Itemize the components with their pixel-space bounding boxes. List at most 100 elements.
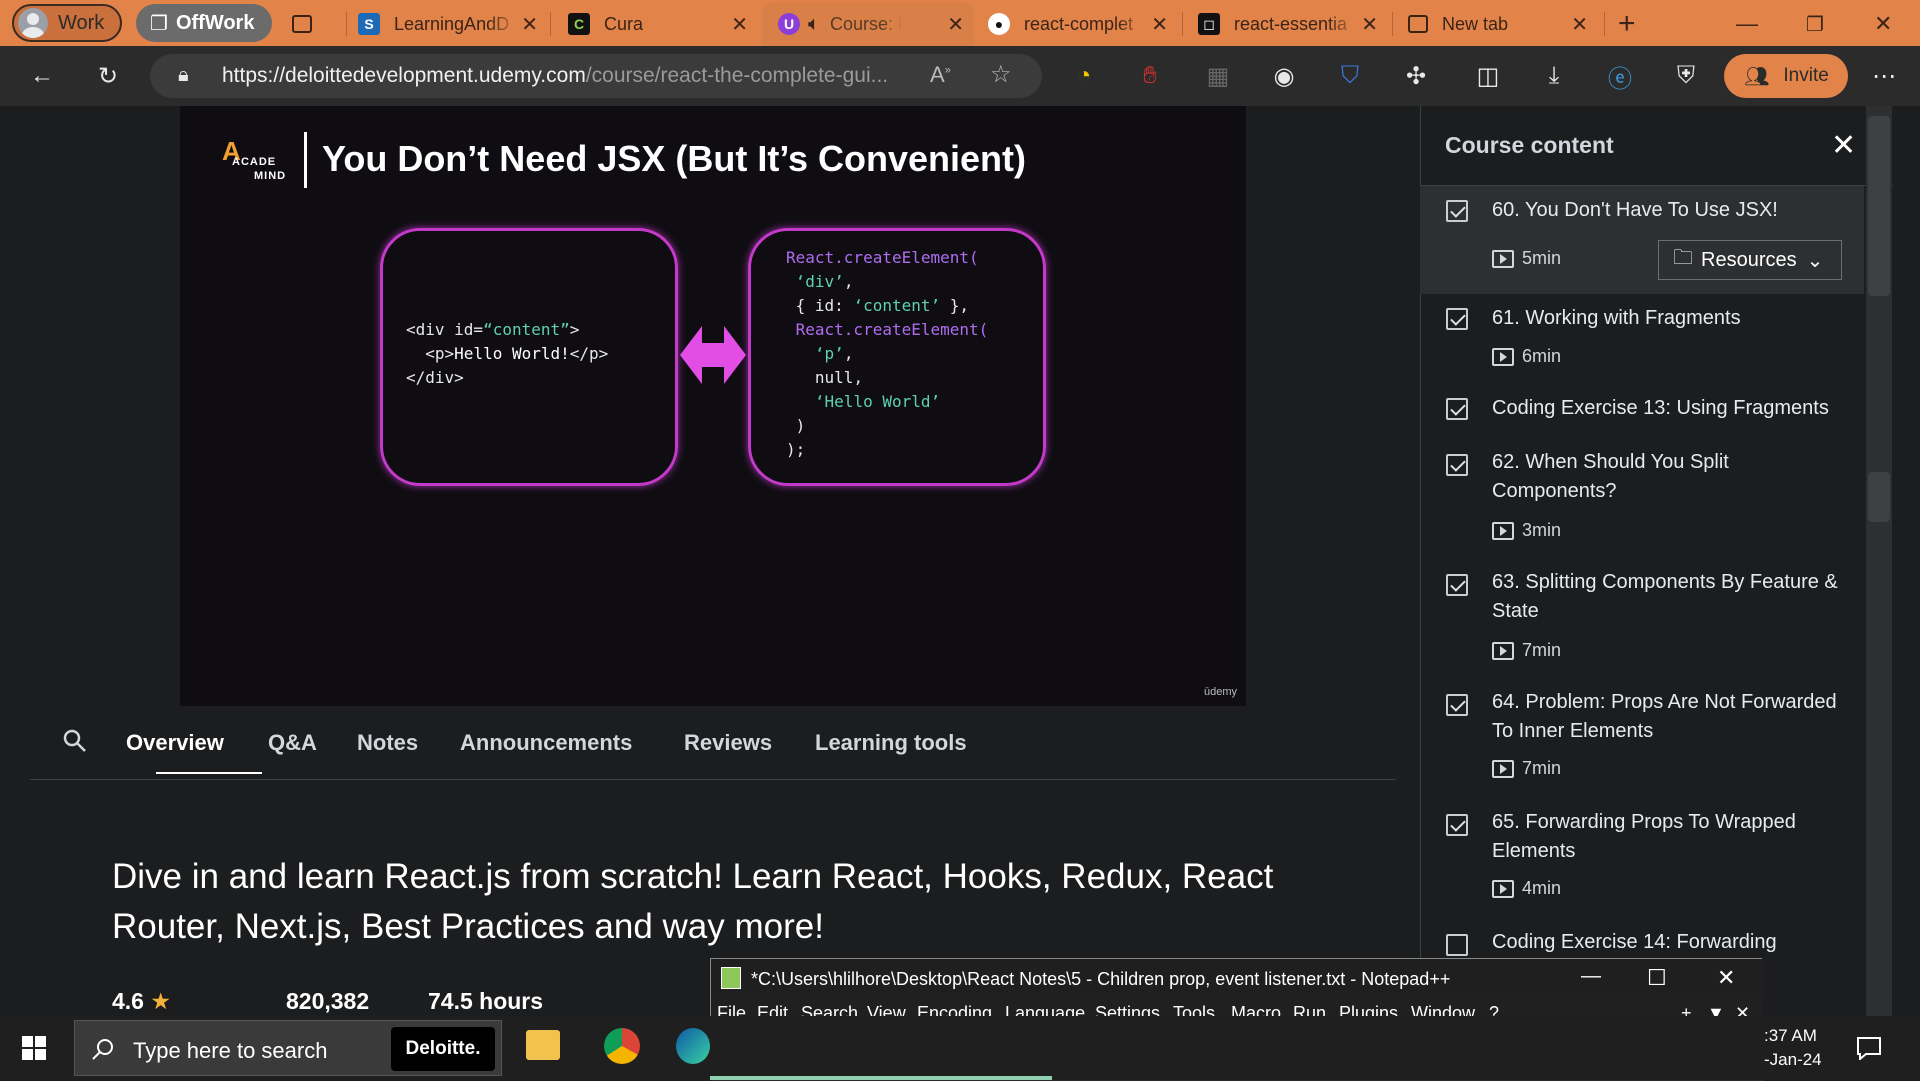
lecture-slide[interactable] bbox=[180, 106, 1246, 706]
tab-learning[interactable]: S LearningAndD ✕ bbox=[358, 4, 548, 44]
lesson-item[interactable]: Coding Exercise 13: Using Fragments bbox=[1420, 386, 1864, 440]
ellipsis-icon: ⋯ bbox=[1872, 62, 1896, 90]
lesson-item[interactable]: 62. When Should You Split Components? 3m… bbox=[1420, 440, 1864, 560]
window-close-button[interactable]: ✕ bbox=[1874, 4, 1904, 44]
tab-label: react-essentia bbox=[1234, 13, 1348, 34]
tab-reviews[interactable]: Reviews bbox=[684, 730, 772, 756]
back-arrow-icon: ← bbox=[30, 62, 54, 89]
tab-react-essentials[interactable]: ◻ react-essentia ✕ bbox=[1198, 4, 1388, 44]
close-icon[interactable]: ✕ bbox=[1831, 128, 1856, 163]
speaker-icon[interactable]: 🔈︎ bbox=[808, 13, 820, 36]
extension-spy-icon[interactable]: ◉ bbox=[1268, 60, 1300, 92]
lesson-title: 65. Forwarding Props To Wrapped Elements bbox=[1492, 811, 1796, 862]
tab-announcements[interactable]: Announcements bbox=[460, 730, 632, 756]
lesson-item[interactable]: 65. Forwarding Props To Wrapped Elements… bbox=[1420, 800, 1864, 920]
slide-divider bbox=[304, 132, 307, 188]
tab-label: New tab bbox=[1442, 13, 1509, 34]
lock-icon: 🔒︎ bbox=[178, 64, 189, 86]
windows-start-icon[interactable] bbox=[22, 1036, 46, 1060]
lesson-duration: 4min bbox=[1492, 878, 1561, 899]
academind-logo: A ACADE MIND bbox=[222, 136, 287, 182]
tab-overview[interactable]: Overview bbox=[126, 730, 224, 756]
invite-button[interactable]: 👥︎ Invite bbox=[1724, 54, 1848, 98]
folder-icon: 🗀︎ bbox=[1673, 247, 1693, 269]
ie-mode-icon[interactable]: ⓔ bbox=[1604, 60, 1636, 93]
notepad-title: *C:\Users\hlilhore\Desktop\React Notes\5… bbox=[751, 969, 1451, 989]
tab-course-active[interactable]: U 🔈︎ Course: R ✕ bbox=[762, 2, 974, 46]
tab-learning-tools[interactable]: Learning tools bbox=[815, 730, 967, 756]
lesson-duration: 7min bbox=[1492, 758, 1561, 779]
lesson-item[interactable]: 61. Working with Fragments 6min bbox=[1420, 294, 1864, 386]
tab-new[interactable]: New tab ✕ bbox=[1408, 4, 1598, 44]
resources-button[interactable]: 🗀︎ Resources ⌄ bbox=[1658, 240, 1842, 280]
tab-github-complete[interactable]: ● react-complet ✕ bbox=[988, 4, 1178, 44]
lesson-checkbox[interactable] bbox=[1446, 694, 1468, 716]
extension-norton-icon[interactable]: ◔ bbox=[1068, 60, 1100, 92]
close-icon[interactable]: ✕ bbox=[731, 12, 748, 37]
deloitte-logo[interactable]: Deloitte. bbox=[391, 1027, 495, 1071]
lesson-duration: 3min bbox=[1492, 520, 1561, 541]
lesson-title: 64. Problem: Props Are Not Forwarded To … bbox=[1492, 691, 1837, 742]
split-screen-icon[interactable]: ◫ bbox=[1472, 60, 1504, 92]
page-scrollbar-thumb[interactable] bbox=[1868, 116, 1890, 296]
taskbar-search-input[interactable]: Type here to search Deloitte. bbox=[74, 1020, 502, 1076]
active-app-indicator bbox=[710, 1076, 1052, 1080]
close-icon: ✕ bbox=[1874, 11, 1893, 36]
tab-notes[interactable]: Notes bbox=[357, 730, 418, 756]
sidebar-scrollbar-thumb[interactable] bbox=[1868, 472, 1890, 522]
edge-icon[interactable] bbox=[676, 1028, 710, 1064]
close-icon[interactable]: ✕ bbox=[947, 12, 964, 37]
profile-work-button[interactable]: Work bbox=[12, 4, 122, 42]
more-menu-button[interactable]: ⋯ bbox=[1868, 60, 1900, 92]
github-icon: ● bbox=[988, 13, 1010, 35]
restore-button[interactable]: ❐ bbox=[1806, 4, 1836, 44]
lesson-checkbox[interactable] bbox=[1446, 308, 1468, 330]
close-icon[interactable]: ✕ bbox=[1151, 12, 1168, 37]
refresh-button[interactable]: ↻ bbox=[92, 60, 124, 92]
workspaces-icon: ❐ bbox=[150, 12, 168, 35]
back-button[interactable]: ← bbox=[26, 60, 58, 92]
notifications-icon[interactable] bbox=[1856, 1036, 1882, 1060]
tab-cura[interactable]: C Cura ✕ bbox=[568, 4, 758, 44]
url-text[interactable]: https://deloittedevelopment.udemy.com/co… bbox=[222, 64, 888, 88]
new-tab-button[interactable]: + bbox=[1618, 4, 1658, 44]
extension-grid-icon[interactable]: ▦ bbox=[1202, 60, 1234, 92]
minimize-icon[interactable]: — bbox=[1581, 965, 1601, 988]
lesson-checkbox[interactable] bbox=[1446, 454, 1468, 476]
lesson-checkbox[interactable] bbox=[1446, 574, 1468, 596]
close-icon[interactable]: ✕ bbox=[521, 12, 538, 37]
notepad-titlebar[interactable]: *C:\Users\hlilhore\Desktop\React Notes\5… bbox=[711, 959, 1763, 997]
lesson-item[interactable]: 63. Splitting Components By Feature & St… bbox=[1420, 560, 1864, 680]
restore-icon: ❐ bbox=[1806, 13, 1824, 36]
read-aloud-icon[interactable]: A» bbox=[930, 62, 951, 88]
extension-bitwarden-icon[interactable]: ⛉ bbox=[1334, 60, 1366, 92]
extensions-puzzle-icon[interactable]: ✣ bbox=[1400, 60, 1432, 92]
close-icon[interactable]: ✕ bbox=[1571, 12, 1588, 37]
lesson-checkbox[interactable] bbox=[1446, 200, 1468, 222]
lesson-item[interactable]: 64. Problem: Props Are Not Forwarded To … bbox=[1420, 680, 1864, 800]
system-clock[interactable]: :37 AM -Jan-24 bbox=[1764, 1024, 1822, 1072]
tab-qa[interactable]: Q&A bbox=[268, 730, 317, 756]
lesson-checkbox[interactable] bbox=[1446, 398, 1468, 420]
close-icon[interactable]: ✕ bbox=[1717, 965, 1735, 991]
slide-title: You Don’t Need JSX (But It’s Convenient) bbox=[322, 138, 1027, 179]
browser-essentials-icon[interactable]: ⛨ bbox=[1670, 60, 1702, 92]
close-icon[interactable]: ✕ bbox=[1361, 12, 1378, 37]
extension-adblock-icon[interactable]: ✋︎ bbox=[1134, 60, 1166, 92]
profile-offwork-button[interactable]: ❐ OffWork bbox=[136, 4, 272, 42]
lesson-duration: 5min bbox=[1492, 248, 1561, 269]
favorite-star-icon[interactable]: ☆ bbox=[990, 60, 1012, 89]
address-bar[interactable]: 🔒︎ https://deloittedevelopment.udemy.com… bbox=[150, 54, 1042, 98]
lesson-checkbox[interactable] bbox=[1446, 934, 1468, 956]
minimize-button[interactable]: — bbox=[1736, 4, 1766, 44]
maximize-icon[interactable]: ☐ bbox=[1647, 965, 1667, 991]
chrome-icon[interactable] bbox=[604, 1028, 640, 1064]
downloads-icon[interactable]: ⤓ bbox=[1538, 60, 1570, 92]
lesson-title: Coding Exercise 14: Forwarding bbox=[1492, 931, 1777, 953]
student-count: 820,382 bbox=[286, 988, 370, 1014]
tab-label: Course: R bbox=[830, 13, 902, 34]
lesson-title: 60. You Don't Have To Use JSX! bbox=[1492, 199, 1778, 221]
lesson-checkbox[interactable] bbox=[1446, 814, 1468, 836]
vertical-tabs-button[interactable] bbox=[292, 4, 332, 44]
file-explorer-icon[interactable] bbox=[526, 1030, 560, 1060]
